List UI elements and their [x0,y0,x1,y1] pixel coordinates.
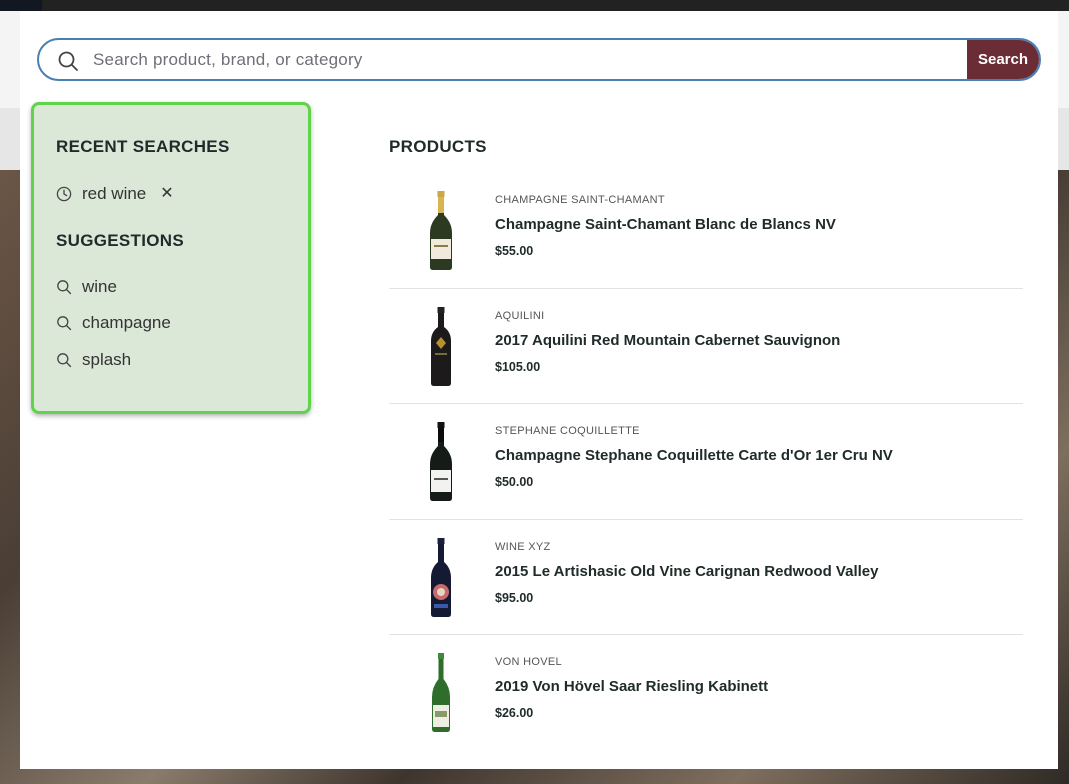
search-input[interactable] [93,40,965,79]
search-icon [57,353,72,368]
product-price: $55.00 [495,244,534,258]
search-icon [57,280,72,295]
suggestion-label: splash [82,350,132,369]
recent-searches-heading: RECENT SEARCHES [56,137,230,156]
suggestion-label: wine [82,277,117,296]
search-button[interactable]: Search [967,40,1039,79]
product-row[interactable]: STEPHANE COQUILLETTE Champagne Stephane … [389,404,1023,520]
product-price: $105.00 [495,359,541,374]
red-wine-bottle-image [431,306,451,386]
product-row[interactable]: CHAMPAGNE SAINT-CHAMANT Champagne Saint-… [389,173,1023,289]
product-price: $95.00 [495,590,534,605]
champagne-bottle-image [430,422,452,501]
product-row[interactable]: WINE XYZ 2015 Le Artishasic Old Vine Car… [389,520,1023,635]
products-heading: PRODUCTS [389,137,487,156]
red-wine-bottle-image [431,537,451,617]
recent-search-item[interactable]: red wine ✕ [56,183,174,205]
clock-icon [56,186,72,202]
product-name[interactable]: Champagne Stephane Coquillette Carte d'O… [495,447,893,464]
product-name[interactable]: Champagne Saint-Chamant Blanc de Blancs … [495,216,836,233]
suggestions-heading: SUGGESTIONS [56,231,184,250]
product-row[interactable]: VON HOVEL 2019 Von Hövel Saar Riesling K… [389,635,1023,751]
product-list: CHAMPAGNE SAINT-CHAMANT Champagne Saint-… [389,173,1023,751]
product-price: $50.00 [495,475,534,489]
search-modal: Search RECENT SEARCHES red wine ✕ SUGGES… [20,11,1058,769]
remove-recent-search-icon[interactable]: ✕ [160,186,173,202]
product-brand: STEPHANE COQUILLETTE [495,425,640,437]
product-price: $26.00 [495,706,534,720]
product-row[interactable]: AQUILINI 2017 Aquilini Red Mountain Cabe… [389,289,1023,404]
suggestion-item-splash[interactable]: splash [56,349,131,371]
recent-search-label: red wine [82,184,147,203]
product-brand: WINE XYZ [495,540,551,553]
product-name[interactable]: 2019 Von Hövel Saar Riesling Kabinett [495,678,768,695]
product-name[interactable]: 2015 Le Artishasic Old Vine Carignan Red… [495,563,878,580]
background-logo-block [0,0,42,11]
product-brand: CHAMPAGNE SAINT-CHAMANT [495,194,665,206]
search-icon [57,316,72,331]
riesling-bottle-image [432,653,450,732]
suggestion-label: champagne [82,313,171,332]
product-name[interactable]: 2017 Aquilini Red Mountain Cabernet Sauv… [495,332,840,349]
suggestion-item-wine[interactable]: wine [56,276,117,298]
product-brand: VON HOVEL [495,656,562,668]
champagne-bottle-image [430,191,452,270]
suggestion-item-champagne[interactable]: champagne [56,312,171,334]
background-top-bar [0,0,1069,11]
search-icon [58,51,78,71]
search-bar: Search [37,38,1041,81]
product-brand: AQUILINI [495,309,545,322]
search-suggestions-panel: RECENT SEARCHES red wine ✕ SUGGESTIONS w… [31,102,311,414]
